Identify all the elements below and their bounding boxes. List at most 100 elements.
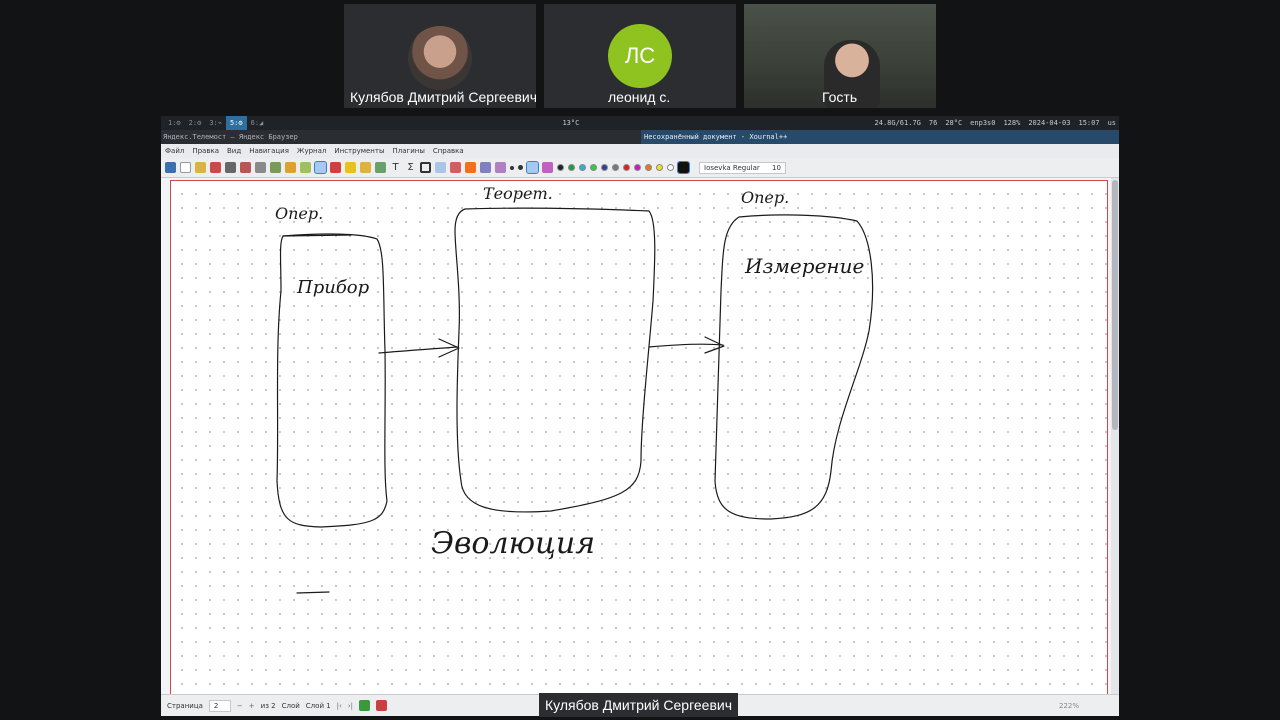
color-green[interactable] [568, 164, 575, 171]
cut-icon[interactable] [240, 162, 251, 173]
eraser-icon[interactable] [330, 162, 341, 173]
label-evolution: Эволюция [431, 526, 595, 561]
participant-avatar [408, 26, 472, 90]
volume-indicator: 128% [1003, 119, 1021, 127]
color-yellow[interactable] [656, 164, 663, 171]
delete-page-icon[interactable] [376, 700, 388, 711]
menu-help[interactable]: Справка [433, 147, 464, 155]
color-black[interactable] [557, 164, 564, 171]
fill-toggle-icon[interactable] [542, 162, 553, 173]
color-blue[interactable] [601, 164, 608, 171]
workspace-2[interactable]: 2:⚙ [185, 116, 206, 130]
participant-tile-1[interactable]: Кулябов Дмитрий Сергеевич [344, 4, 536, 108]
color-white[interactable] [667, 164, 674, 171]
workspace-6[interactable]: 6:◢ [247, 116, 268, 130]
copy-icon[interactable] [255, 162, 266, 173]
arrow-left-to-middle [378, 338, 460, 358]
save-icon[interactable] [165, 162, 176, 173]
participant-name: Гость [822, 89, 858, 105]
temperature-indicator: 28°C [945, 119, 963, 127]
workspace-3[interactable]: 3:⌁ [205, 116, 226, 130]
battery-indicator: 76 [928, 119, 938, 127]
date-indicator: 2024-04-03 [1028, 119, 1071, 127]
font-name: Iosevka Regular [704, 163, 760, 172]
open-folder-icon[interactable] [195, 162, 206, 173]
color-red[interactable] [623, 164, 630, 171]
keyboard-layout: us [1107, 119, 1116, 127]
workspace-5[interactable]: 5:⚙ [225, 116, 247, 130]
system-panel: 1:⚙ 2:⚙ 3:⌁ 5:⚙ 6:◢ 13°C 24.8G/61.7G 76 … [161, 116, 1119, 130]
menu-bar: Файл Правка Вид Навигация Журнал Инструм… [161, 144, 1119, 158]
latex-tool-icon[interactable]: Σ [405, 162, 416, 173]
participant-initials-avatar: ЛС [608, 24, 672, 88]
text-tool-icon[interactable]: T [390, 162, 401, 173]
page-total: из 2 [260, 701, 276, 710]
highlighter-icon[interactable] [345, 162, 356, 173]
arrow-middle-to-right [648, 336, 725, 354]
next-page-icon[interactable]: ›| [348, 702, 353, 710]
drawing-canvas-area[interactable]: Опер. Теорет. Опер. Прибор Измерение Эво… [161, 178, 1119, 694]
add-page-icon[interactable] [359, 700, 371, 711]
undo-icon[interactable] [285, 162, 296, 173]
menu-file[interactable]: Файл [165, 147, 184, 155]
font-size: 10 [771, 163, 781, 172]
compass-icon[interactable] [495, 162, 506, 173]
browser-window-title[interactable]: Яндекс.Телемост — Яндекс Браузер [161, 130, 641, 144]
menu-edit[interactable]: Правка [192, 147, 219, 155]
vertical-scrollbar[interactable] [1111, 178, 1119, 694]
pen-tool-icon[interactable] [314, 161, 327, 174]
clock: 15:07 [1078, 119, 1100, 127]
medium-line-icon[interactable] [518, 165, 523, 170]
main-toolbar: T Σ Iosevka Regular 10 [161, 158, 1119, 178]
page-increment-button[interactable]: + [249, 702, 255, 710]
xournal-window-title[interactable]: Несохранённый документ - Xournal++ [641, 130, 1119, 144]
rectangle-tool-icon[interactable] [420, 162, 431, 173]
participant-name: леонид с. [608, 89, 671, 105]
handwritten-diagram: Опер. Теорет. Опер. Прибор Измерение Эво… [275, 184, 874, 594]
image-icon[interactable] [375, 162, 386, 173]
color-picker-icon[interactable] [677, 161, 690, 174]
participant-tile-2[interactable]: ЛС леонид с. [544, 4, 736, 108]
page-decrement-button[interactable]: − [237, 702, 243, 710]
menu-plugins[interactable]: Плагины [392, 147, 424, 155]
label-device: Прибор [296, 277, 370, 298]
color-magenta[interactable] [634, 164, 641, 171]
export-pdf-icon[interactable] [210, 162, 221, 173]
first-page-icon[interactable]: |‹ [337, 702, 342, 710]
layer-label: Слой [281, 701, 300, 710]
notebook-page[interactable]: Опер. Теорет. Опер. Прибор Измерение Эво… [170, 180, 1108, 694]
ruler-icon[interactable] [480, 162, 491, 173]
font-selector[interactable]: Iosevka Regular 10 [699, 161, 786, 174]
layer-select[interactable]: Слой 1 [306, 702, 331, 710]
color-orange[interactable] [645, 164, 652, 171]
zoom-level[interactable]: 222% [1059, 702, 1079, 710]
select-region-icon[interactable] [360, 162, 371, 173]
network-indicator: enp3s0 [970, 119, 996, 127]
page-number-input[interactable]: 2 [208, 699, 231, 712]
memory-indicator: 24.8G/61.7G [874, 119, 921, 127]
scroll-thumb[interactable] [1112, 180, 1118, 430]
color-light-green[interactable] [590, 164, 597, 171]
print-icon[interactable] [225, 162, 236, 173]
vertical-space-icon[interactable] [450, 162, 461, 173]
menu-journal[interactable]: Журнал [297, 147, 326, 155]
screen-share: 1:⚙ 2:⚙ 3:⌁ 5:⚙ 6:◢ 13°C 24.8G/61.7G 76 … [161, 116, 1119, 716]
thin-line-icon[interactable] [510, 165, 514, 170]
active-speaker-name: Кулябов Дмитрий Сергеевич [539, 693, 738, 717]
redo-icon[interactable] [300, 162, 311, 173]
menu-tools[interactable]: Инструменты [334, 147, 384, 155]
fill-icon[interactable] [435, 162, 446, 173]
menu-view[interactable]: Вид [227, 147, 241, 155]
window-titlebar: Яндекс.Телемост — Яндекс Браузер Несохра… [161, 130, 1119, 144]
label-measurement: Измерение [744, 254, 864, 278]
label-exp-right: Опер. [741, 188, 789, 207]
new-document-icon[interactable] [180, 162, 191, 173]
paste-icon[interactable] [270, 162, 281, 173]
color-gray[interactable] [612, 164, 619, 171]
hand-tool-icon[interactable] [465, 162, 476, 173]
menu-navigation[interactable]: Навигация [249, 147, 289, 155]
workspace-1[interactable]: 1:⚙ [164, 116, 185, 130]
color-light-blue[interactable] [579, 164, 586, 171]
participant-tile-3[interactable]: Гость [744, 4, 936, 108]
thick-line-icon[interactable] [526, 161, 539, 174]
